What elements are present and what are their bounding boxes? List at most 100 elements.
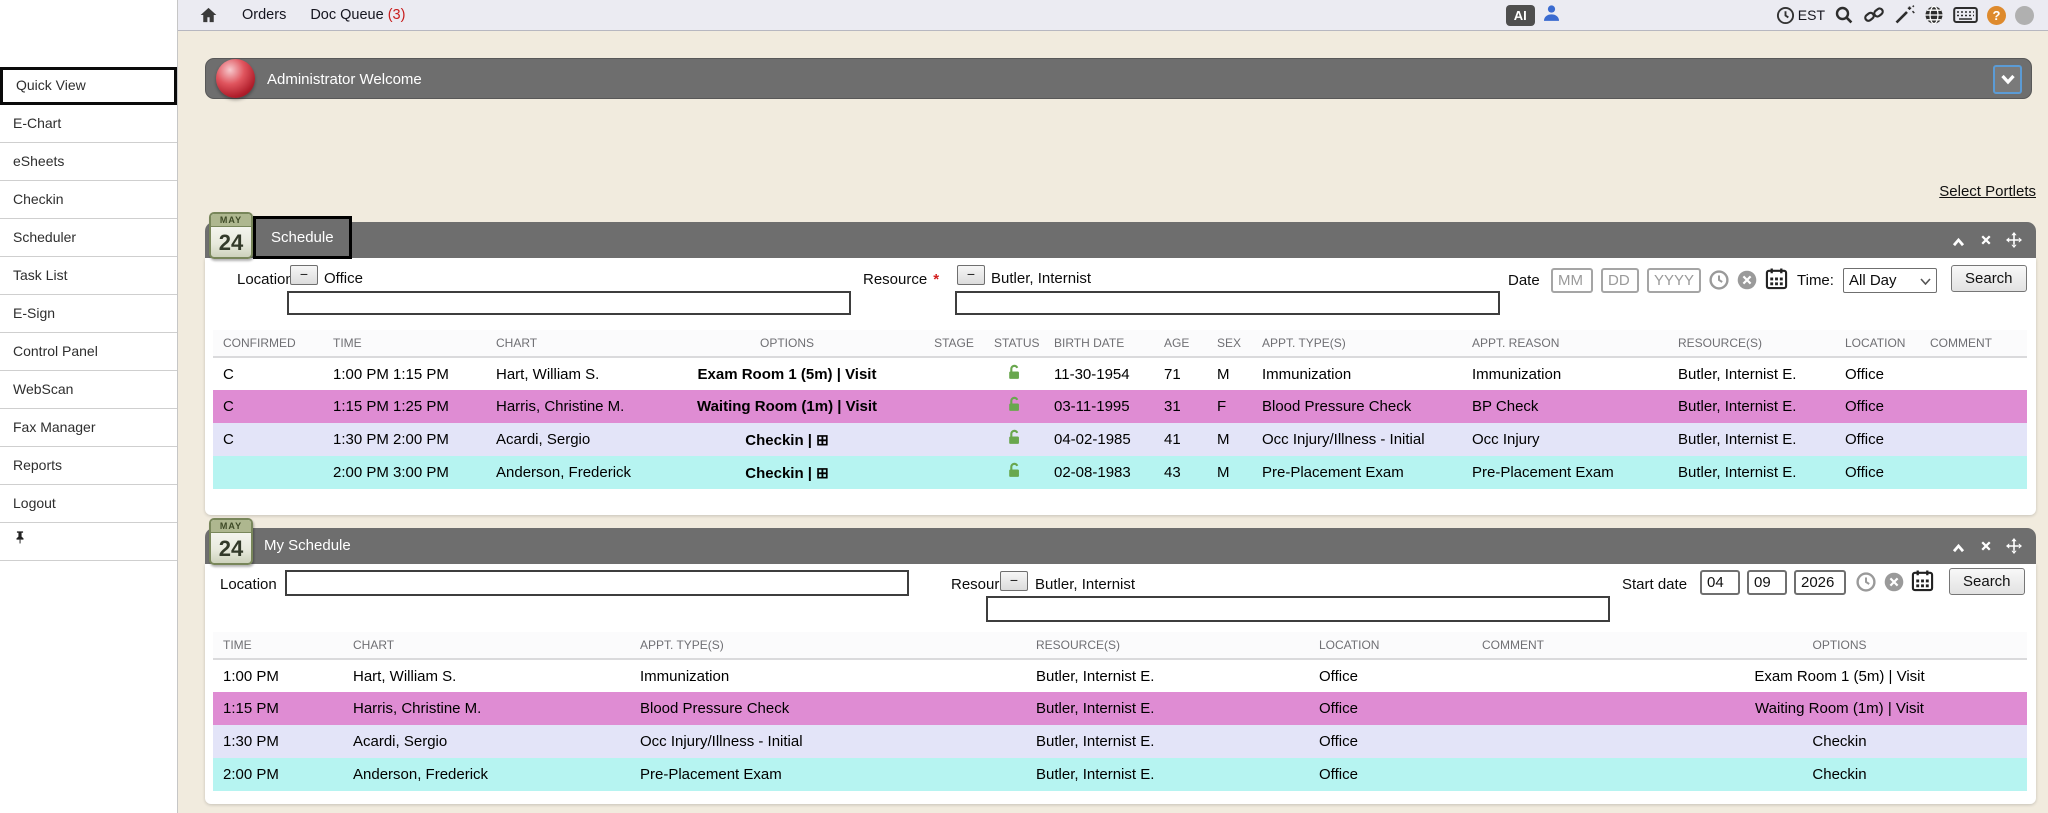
resource-value: Butler, Internist xyxy=(1035,576,1135,593)
row-options-link[interactable]: Checkin | ⊞ xyxy=(650,423,924,456)
calendar-picker-icon[interactable] xyxy=(1911,569,1934,592)
row-options-link[interactable]: Waiting Room (1m) | Visit xyxy=(1652,692,2027,725)
calendar-date-icon: MAY 24 xyxy=(209,212,253,259)
home-icon[interactable] xyxy=(199,6,218,24)
time-label: Time: xyxy=(1797,272,1834,289)
schedule-portlet-body: Location − Office Resource* − Butler, In… xyxy=(205,258,2036,515)
collapse-portlet-icon[interactable] xyxy=(1951,234,1966,247)
my-schedule-table: TIMECHARTAPPT. TYPE(S) RESOURCE(S)LOCATI… xyxy=(213,632,2027,791)
pin-sidebar-icon[interactable] xyxy=(0,523,177,561)
resource-collapse-button[interactable]: − xyxy=(1000,571,1028,591)
status-circle-icon xyxy=(2015,6,2048,25)
select-chevron-icon xyxy=(1920,272,1931,289)
move-portlet-icon[interactable] xyxy=(2006,232,2022,248)
my-schedule-search-button[interactable]: Search xyxy=(1949,568,2025,595)
date-yyyy-input[interactable] xyxy=(1647,268,1701,293)
select-portlets-link[interactable]: Select Portlets xyxy=(1939,183,2036,200)
date-mm-input[interactable] xyxy=(1551,268,1593,293)
clear-date-icon[interactable] xyxy=(1884,572,1904,592)
location-value: Office xyxy=(324,270,363,287)
search-icon[interactable] xyxy=(1834,5,1854,25)
my-schedule-portlet-body: Location Resource − Butler, Internist St… xyxy=(205,564,2036,804)
app-logo xyxy=(0,0,177,67)
sidebar-item-control-panel[interactable]: Control Panel xyxy=(0,333,177,371)
location-collapse-button[interactable]: − xyxy=(290,265,318,285)
sidebar-item-reports[interactable]: Reports xyxy=(0,447,177,485)
sidebar-item-checkin[interactable]: Checkin xyxy=(0,181,177,219)
time-picker-icon[interactable] xyxy=(1709,270,1729,290)
clock-icon[interactable]: EST xyxy=(1776,6,1825,25)
schedule-row[interactable]: C1:15 PM 1:25 PMHarris, Christine M. Wai… xyxy=(213,390,2027,423)
calendar-picker-icon[interactable] xyxy=(1765,267,1788,290)
sidebar: Quick View E-Chart eSheets Checkin Sched… xyxy=(0,0,178,813)
sidebar-item-fax-manager[interactable]: Fax Manager xyxy=(0,409,177,447)
schedule-portlet-header: Schedule xyxy=(205,222,2036,258)
nav-doc-queue[interactable]: Doc Queue(3) xyxy=(310,7,405,23)
welcome-banner: Administrator Welcome xyxy=(205,58,2032,99)
calendar-date-icon: MAY 24 xyxy=(209,518,253,565)
start-date-yyyy-input[interactable] xyxy=(1794,570,1846,595)
row-options-link[interactable]: Checkin | ⊞ xyxy=(650,456,924,489)
top-nav: Orders Doc Queue(3) AI EST xyxy=(178,0,2048,31)
resource-collapse-button[interactable]: − xyxy=(957,265,985,285)
help-icon[interactable]: ? xyxy=(1987,6,2006,25)
sidebar-item-task-list[interactable]: Task List xyxy=(0,257,177,295)
my-schedule-row[interactable]: 2:00 PMAnderson, FrederickPre-Placement … xyxy=(213,758,2027,791)
row-options-link[interactable]: Checkin xyxy=(1652,725,2027,758)
schedule-table: CONFIRMEDTIMECHART OPTIONSSTAGESTATUS BI… xyxy=(213,330,2027,489)
schedule-row[interactable]: C1:30 PM 2:00 PMAcardi, Sergio Checkin |… xyxy=(213,423,2027,456)
sidebar-item-webscan[interactable]: WebScan xyxy=(0,371,177,409)
top-nav-right: AI EST xyxy=(1506,3,2048,28)
move-portlet-icon[interactable] xyxy=(2006,538,2022,554)
unlock-icon[interactable] xyxy=(984,357,1044,390)
row-options-link[interactable]: Waiting Room (1m) | Visit xyxy=(650,390,924,423)
start-date-dd-input[interactable] xyxy=(1747,570,1787,595)
row-options-link[interactable]: Exam Room 1 (5m) | Visit xyxy=(650,357,924,390)
date-dd-input[interactable] xyxy=(1601,268,1639,293)
location-label: Location xyxy=(220,576,277,593)
sphere-icon xyxy=(216,59,255,98)
schedule-row[interactable]: C1:00 PM 1:15 PMHart, William S. Exam Ro… xyxy=(213,357,2027,390)
wand-icon[interactable] xyxy=(1894,5,1915,25)
time-picker-icon[interactable] xyxy=(1856,572,1876,592)
link-icon[interactable] xyxy=(1863,5,1885,25)
row-options-link[interactable]: Checkin xyxy=(1652,758,2027,791)
banner-collapse-button[interactable] xyxy=(1993,65,2022,94)
unlock-icon[interactable] xyxy=(984,423,1044,456)
time-select[interactable]: All Day xyxy=(1843,268,1937,293)
resource-input[interactable] xyxy=(986,596,1610,622)
sidebar-item-e-sign[interactable]: E-Sign xyxy=(0,295,177,333)
schedule-row[interactable]: 2:00 PM 3:00 PMAnderson, Frederick Check… xyxy=(213,456,2027,489)
location-input[interactable] xyxy=(287,291,851,315)
keyboard-icon[interactable] xyxy=(1953,6,1978,24)
sidebar-item-scheduler[interactable]: Scheduler xyxy=(0,219,177,257)
unlock-icon[interactable] xyxy=(984,456,1044,489)
collapse-portlet-icon[interactable] xyxy=(1951,540,1966,553)
row-options-link[interactable]: Exam Room 1 (5m) | Visit xyxy=(1652,659,2027,692)
sidebar-item-logout[interactable]: Logout xyxy=(0,485,177,523)
schedule-table-header: CONFIRMEDTIMECHART OPTIONSSTAGESTATUS BI… xyxy=(213,330,2027,357)
my-schedule-row[interactable]: 1:30 PMAcardi, SergioOcc Injury/Illness … xyxy=(213,725,2027,758)
nav-orders[interactable]: Orders xyxy=(242,7,286,23)
globe-icon[interactable] xyxy=(1924,5,1944,25)
location-input[interactable] xyxy=(285,570,909,596)
schedule-portlet-title[interactable]: Schedule xyxy=(253,216,352,259)
unlock-icon[interactable] xyxy=(984,390,1044,423)
my-schedule-row[interactable]: 1:15 PMHarris, Christine M.Blood Pressur… xyxy=(213,692,2027,725)
resource-input[interactable] xyxy=(955,291,1500,315)
close-portlet-icon[interactable] xyxy=(1979,539,1993,553)
my-schedule-table-header: TIMECHARTAPPT. TYPE(S) RESOURCE(S)LOCATI… xyxy=(213,632,2027,659)
start-date-mm-input[interactable] xyxy=(1700,570,1740,595)
required-asterisk: * xyxy=(933,271,939,288)
schedule-search-button[interactable]: Search xyxy=(1951,265,2027,292)
ai-badge[interactable]: AI xyxy=(1506,5,1535,26)
start-date-label: Start date xyxy=(1622,576,1687,593)
sidebar-item-esheets[interactable]: eSheets xyxy=(0,143,177,181)
sidebar-item-quick-view[interactable]: Quick View xyxy=(0,67,177,105)
close-portlet-icon[interactable] xyxy=(1979,233,1993,247)
clear-date-icon[interactable] xyxy=(1737,270,1757,290)
my-schedule-row[interactable]: 1:00 PMHart, William S.Immunization Butl… xyxy=(213,659,2027,692)
user-icon[interactable] xyxy=(1542,3,1561,28)
my-schedule-portlet-title: My Schedule xyxy=(264,528,351,564)
sidebar-item-e-chart[interactable]: E-Chart xyxy=(0,105,177,143)
